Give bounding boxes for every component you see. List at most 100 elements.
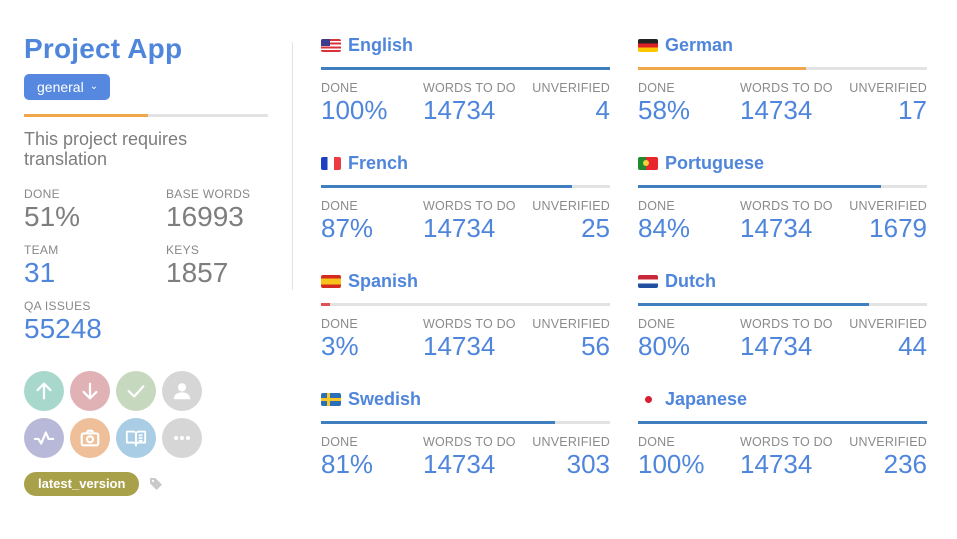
stat-team[interactable]: TEAM 31 — [24, 243, 166, 289]
unverified-value[interactable]: 303 — [531, 449, 610, 479]
more-icon — [174, 435, 190, 441]
tags: latest_version — [24, 472, 268, 496]
language-link[interactable]: Dutch — [638, 269, 927, 293]
tag-icon[interactable] — [148, 476, 164, 492]
words-to-do-label: WORDS TO DO — [740, 435, 833, 449]
unverified-value[interactable]: 56 — [531, 331, 610, 361]
review-button[interactable] — [116, 371, 156, 411]
stat-label: DONE — [24, 187, 60, 201]
stat-value[interactable]: 31 — [24, 257, 166, 289]
language-progress-bar — [638, 185, 927, 188]
language-stats: DONE WORDS TO DO UNVERIFIED 100% 14734 2… — [638, 435, 927, 479]
upload-icon — [36, 382, 52, 400]
done-label: DONE — [321, 81, 358, 95]
done-value: 80% — [638, 331, 691, 361]
project-actions — [24, 371, 268, 458]
language-card-dutch: Dutch DONE WORDS TO DO UNVERIFIED 80% 14… — [638, 269, 927, 361]
language-name: French — [348, 152, 409, 173]
language-link[interactable]: Spanish — [321, 269, 610, 293]
language-progress-fill — [638, 421, 927, 424]
words-to-do-value[interactable]: 14734 — [423, 449, 531, 479]
language-progress-bar — [321, 421, 610, 424]
words-to-do-value[interactable]: 14734 — [423, 213, 531, 243]
unverified-value[interactable]: 44 — [848, 331, 927, 361]
language-link[interactable]: Japanese — [638, 387, 927, 411]
language-progress-bar — [638, 303, 927, 306]
language-card-french: French DONE WORDS TO DO UNVERIFIED 87% 1… — [321, 151, 610, 243]
words-to-do-label: WORDS TO DO — [740, 199, 833, 213]
stat-label: QA ISSUES — [24, 299, 91, 313]
words-to-do-value[interactable]: 14734 — [740, 213, 848, 243]
flag-us-icon — [321, 38, 341, 52]
activity-icon — [33, 431, 55, 445]
language-name: Spanish — [348, 270, 419, 291]
unverified-label: UNVERIFIED — [532, 317, 610, 331]
done-label: DONE — [638, 81, 675, 95]
stat-qa-issues[interactable]: QA ISSUES 55248 — [24, 299, 166, 345]
language-link[interactable]: French — [321, 151, 610, 175]
words-to-do-value[interactable]: 14734 — [423, 331, 531, 361]
language-link[interactable]: German — [638, 33, 927, 57]
words-to-do-value[interactable]: 14734 — [740, 331, 848, 361]
unverified-value[interactable]: 236 — [848, 449, 927, 479]
done-value: 100% — [638, 449, 705, 479]
project-stats: DONE 51% BASE WORDS 16993 TEAM 31 KEYS 1… — [24, 187, 268, 349]
language-stats: DONE WORDS TO DO UNVERIFIED 58% 14734 17 — [638, 81, 927, 125]
flag-se-icon — [321, 392, 341, 406]
words-to-do-value[interactable]: 14734 — [740, 449, 848, 479]
words-to-do-label: WORDS TO DO — [423, 81, 516, 95]
branch-dropdown[interactable]: general ⌄ — [24, 74, 111, 100]
tag-latest-version[interactable]: latest_version — [24, 472, 140, 496]
language-link[interactable]: Portuguese — [638, 151, 927, 175]
unverified-value[interactable]: 4 — [531, 95, 610, 125]
done-label: DONE — [638, 317, 675, 331]
contributors-button[interactable] — [162, 371, 202, 411]
language-name: English — [348, 34, 414, 55]
words-to-do-value[interactable]: 14734 — [423, 95, 531, 125]
user-icon — [173, 383, 191, 400]
language-link[interactable]: Swedish — [321, 387, 610, 411]
language-link[interactable]: English — [321, 33, 610, 57]
unverified-label: UNVERIFIED — [849, 81, 927, 95]
words-to-do-value[interactable]: 14734 — [740, 95, 848, 125]
glossary-button[interactable] — [116, 418, 156, 458]
screenshots-button[interactable] — [70, 418, 110, 458]
language-name: Swedish — [348, 388, 422, 409]
words-to-do-label: WORDS TO DO — [423, 317, 516, 331]
language-progress-bar — [321, 303, 610, 306]
project-progress-fill — [24, 114, 149, 117]
stat-label: BASE WORDS — [166, 187, 251, 201]
branch-label: general — [37, 79, 84, 95]
done-label: DONE — [638, 199, 675, 213]
upload-button[interactable] — [24, 371, 64, 411]
flag-nl-icon — [638, 274, 658, 288]
language-stats: DONE WORDS TO DO UNVERIFIED 3% 14734 56 — [321, 317, 610, 361]
language-progress-fill — [638, 67, 806, 70]
words-to-do-label: WORDS TO DO — [740, 317, 833, 331]
project-panel: Project App general ⌄ This project requi… — [24, 30, 268, 496]
language-name: Dutch — [665, 270, 716, 291]
stat-label: TEAM — [24, 243, 59, 257]
project-progress-bar — [24, 114, 268, 117]
done-value: 81% — [321, 449, 374, 479]
done-value: 87% — [321, 213, 374, 243]
unverified-value[interactable]: 25 — [531, 213, 610, 243]
stat-value[interactable]: 55248 — [24, 313, 166, 345]
more-button[interactable] — [162, 418, 202, 458]
language-progress-fill — [321, 303, 330, 306]
unverified-value[interactable]: 1679 — [848, 213, 927, 243]
project-title[interactable]: Project App — [24, 30, 268, 68]
activity-button[interactable] — [24, 418, 64, 458]
done-label: DONE — [638, 435, 675, 449]
project-description: This project requires translation — [24, 129, 188, 169]
done-value: 100% — [321, 95, 388, 125]
words-to-do-label: WORDS TO DO — [740, 81, 833, 95]
language-card-japanese: Japanese DONE WORDS TO DO UNVERIFIED 100… — [638, 387, 927, 479]
chevron-down-icon: ⌄ — [89, 80, 99, 92]
language-progress-fill — [321, 67, 610, 70]
unverified-value[interactable]: 17 — [848, 95, 927, 125]
download-button[interactable] — [70, 371, 110, 411]
done-value: 84% — [638, 213, 691, 243]
done-label: DONE — [321, 199, 358, 213]
unverified-label: UNVERIFIED — [849, 435, 927, 449]
